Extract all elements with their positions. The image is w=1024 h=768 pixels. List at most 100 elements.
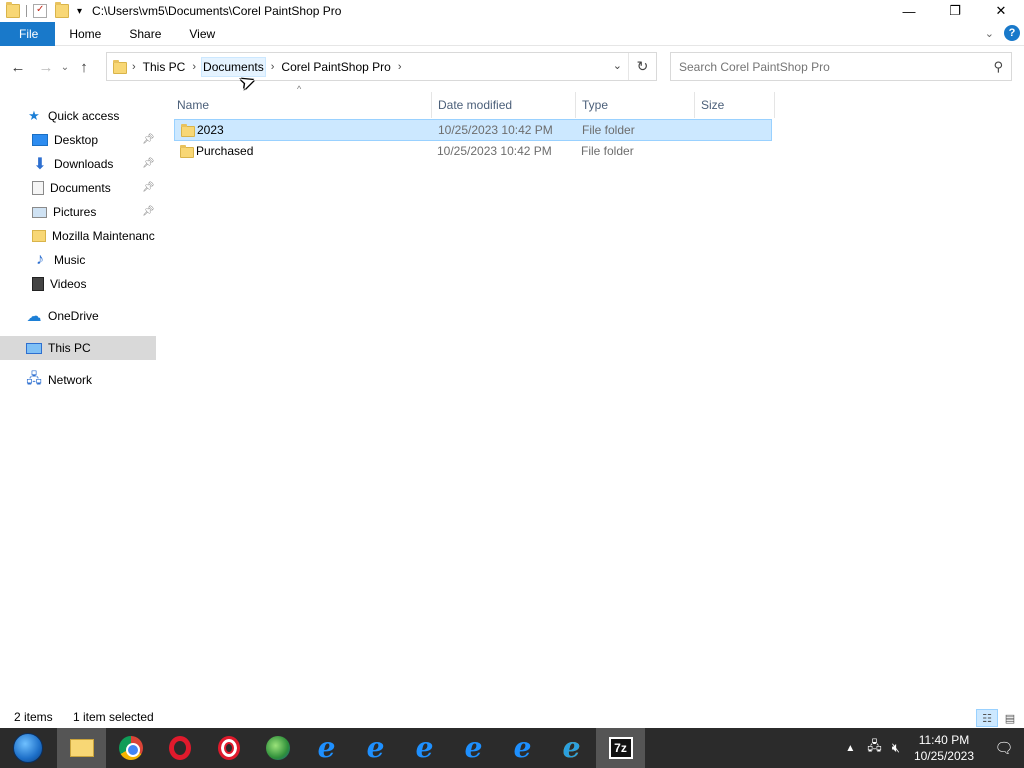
pin-icon: 📌︎ bbox=[142, 182, 155, 193]
toolbar-separator bbox=[26, 5, 27, 17]
help-icon[interactable]: ? bbox=[1004, 25, 1020, 41]
opera-icon bbox=[168, 736, 191, 760]
forward-button[interactable]: → bbox=[34, 55, 58, 79]
file-explorer-icon bbox=[69, 739, 94, 757]
network-icon: 🖧︎ bbox=[26, 370, 42, 386]
sidebar-item-videos[interactable]: Videos bbox=[0, 272, 156, 296]
back-button[interactable]: ← bbox=[6, 55, 30, 79]
navigation-bar: ← → ⌄ ↑ › This PC › Documents › Corel Pa… bbox=[0, 46, 1024, 88]
cloud-icon: ☁ bbox=[26, 308, 42, 325]
restore-button[interactable]: ❐ bbox=[932, 0, 978, 22]
sidebar-item-music[interactable]: ♪ Music bbox=[0, 248, 156, 272]
column-header-type[interactable]: Type bbox=[577, 92, 695, 118]
column-header-size[interactable]: Size bbox=[696, 92, 775, 118]
taskbar: e e e e e e 7z ▲ 🖧︎ 🔇︎ 11:40 PM 10/25/20… bbox=[0, 728, 1024, 768]
refresh-button[interactable]: ↻ bbox=[628, 53, 656, 80]
properties-icon[interactable] bbox=[33, 4, 47, 18]
breadcrumb-documents[interactable]: Documents bbox=[201, 56, 266, 77]
clock-date: 10/25/2023 bbox=[913, 749, 974, 763]
sidebar-item-pictures[interactable]: Pictures 📌︎ bbox=[0, 200, 156, 224]
taskbar-opera-gx[interactable] bbox=[204, 728, 253, 768]
taskbar-file-explorer[interactable] bbox=[57, 728, 106, 768]
documents-icon bbox=[32, 181, 44, 195]
expand-ribbon-chevron-icon[interactable]: ⌄ bbox=[985, 27, 994, 40]
network-status-icon[interactable]: 🖧︎ bbox=[867, 737, 882, 759]
taskbar-ie-6[interactable]: e bbox=[547, 728, 596, 768]
folder-icon bbox=[181, 124, 195, 137]
show-hidden-icons-chevron-icon[interactable]: ▲ bbox=[845, 743, 855, 754]
status-bar: 2 items 1 item selected ☷ ▤ bbox=[0, 704, 1024, 728]
star-icon: ★ bbox=[28, 108, 40, 123]
sidebar-item-label: Network bbox=[48, 373, 93, 387]
minimize-button[interactable]: — bbox=[886, 0, 932, 22]
tab-share[interactable]: Share bbox=[115, 22, 175, 46]
sidebar-item-mozilla-maintenance[interactable]: Mozilla Maintenanc bbox=[0, 224, 156, 248]
ie-icon: e bbox=[415, 731, 434, 764]
sidebar-item-this-pc[interactable]: This PC bbox=[0, 336, 156, 360]
search-icon[interactable]: ⚲ bbox=[993, 59, 1003, 75]
window-controls: — ❐ ✕ bbox=[886, 0, 1024, 22]
sidebar-item-documents[interactable]: Documents 📌︎ bbox=[0, 176, 156, 200]
clock[interactable]: 11:40 PM 10/25/2023 bbox=[914, 732, 974, 764]
address-dropdown-chevron-icon[interactable]: ⌄ bbox=[613, 59, 622, 72]
taskbar-ie-3[interactable]: e bbox=[400, 728, 449, 768]
file-date-modified: 10/25/2023 10:42 PM bbox=[438, 123, 553, 137]
sidebar-item-network[interactable]: 🖧︎ Network bbox=[0, 368, 156, 392]
new-folder-icon[interactable] bbox=[55, 2, 69, 18]
table-row[interactable]: 2023 10/25/2023 10:42 PM File folder bbox=[174, 119, 772, 141]
file-type: File folder bbox=[581, 144, 634, 158]
system-tray: ▲ 🖧︎ 🔇︎ 11:40 PM 10/25/2023 🗨︎ bbox=[845, 728, 1024, 768]
recent-locations-chevron-icon[interactable]: ⌄ bbox=[58, 55, 72, 79]
column-header-date-modified[interactable]: Date modified bbox=[433, 92, 576, 118]
details-view-icon[interactable]: ☷ bbox=[976, 709, 998, 727]
start-icon bbox=[12, 733, 43, 763]
breadcrumb-chevron-icon[interactable]: › bbox=[127, 61, 141, 73]
sidebar-item-desktop[interactable]: Desktop 📌︎ bbox=[0, 128, 156, 152]
close-button[interactable]: ✕ bbox=[978, 0, 1024, 22]
sidebar-item-downloads[interactable]: ⬇ Downloads 📌︎ bbox=[0, 152, 156, 176]
taskbar-7zip[interactable]: 7z bbox=[596, 728, 645, 768]
quick-access-toolbar: ▾ bbox=[0, 0, 86, 22]
volume-muted-icon[interactable]: 🔇︎ bbox=[892, 740, 900, 756]
tab-file[interactable]: File bbox=[0, 21, 56, 46]
7zip-icon: 7z bbox=[608, 737, 633, 759]
ie-icon: e bbox=[317, 731, 336, 764]
tab-view[interactable]: View bbox=[175, 22, 229, 46]
taskbar-ie-4[interactable]: e bbox=[449, 728, 498, 768]
breadcrumb-chevron-icon[interactable]: › bbox=[393, 61, 407, 73]
sidebar-item-onedrive[interactable]: ☁ OneDrive bbox=[0, 304, 156, 328]
customize-toolbar-chevron-icon[interactable]: ▾ bbox=[77, 6, 82, 17]
tab-home[interactable]: Home bbox=[55, 22, 115, 46]
sidebar-item-label: This PC bbox=[48, 341, 91, 355]
taskbar-globe[interactable] bbox=[253, 728, 302, 768]
taskbar-chrome[interactable] bbox=[106, 728, 155, 768]
ie-icon: e bbox=[513, 731, 532, 764]
action-center-icon[interactable]: 🗨︎ bbox=[984, 728, 1024, 768]
column-header-name[interactable]: Name bbox=[172, 92, 432, 118]
taskbar-ie-2[interactable]: e bbox=[351, 728, 400, 768]
search-box[interactable]: ⚲ bbox=[670, 52, 1012, 81]
taskbar-ie-5[interactable]: e bbox=[498, 728, 547, 768]
videos-icon bbox=[32, 277, 44, 291]
folder-icon bbox=[180, 145, 194, 158]
ie-icon: e bbox=[366, 731, 385, 764]
file-type: File folder bbox=[582, 123, 635, 137]
breadcrumb-chevron-icon[interactable]: › bbox=[266, 61, 280, 73]
up-button[interactable]: ↑ bbox=[72, 55, 96, 79]
taskbar-opera[interactable] bbox=[155, 728, 204, 768]
sidebar-item-label: Videos bbox=[50, 277, 87, 291]
start-button[interactable] bbox=[3, 728, 52, 768]
sidebar-item-label: Downloads bbox=[54, 157, 114, 171]
address-bar[interactable]: › This PC › Documents › Corel PaintShop … bbox=[106, 52, 657, 81]
search-input[interactable] bbox=[671, 59, 971, 74]
globe-icon bbox=[265, 736, 290, 760]
sidebar-item-label: Music bbox=[54, 253, 86, 267]
breadcrumb-corel-paintshop-pro[interactable]: Corel PaintShop Pro bbox=[279, 57, 392, 77]
breadcrumb-chevron-icon[interactable]: › bbox=[187, 61, 201, 73]
table-row[interactable]: Purchased 10/25/2023 10:42 PM File folde… bbox=[174, 141, 772, 163]
sidebar-item-quick-access[interactable]: ★ Quick access bbox=[0, 104, 156, 128]
chrome-icon bbox=[118, 736, 143, 760]
large-icons-view-icon[interactable]: ▤ bbox=[999, 709, 1021, 727]
breadcrumb-this-pc[interactable]: This PC bbox=[141, 57, 188, 77]
taskbar-ie-1[interactable]: e bbox=[302, 728, 351, 768]
